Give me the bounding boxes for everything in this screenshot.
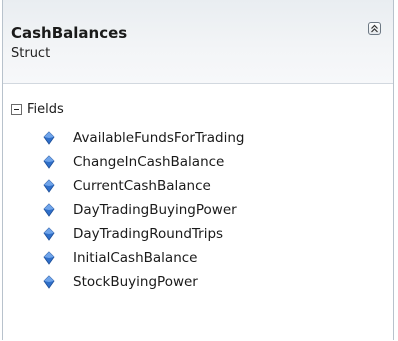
- field-label: DayTradingBuyingPower: [73, 202, 237, 218]
- class-kind: Struct: [11, 46, 51, 61]
- field-list: AvailableFundsForTrading ChangeInCashBal…: [3, 126, 393, 294]
- field-item[interactable]: AvailableFundsForTrading: [3, 126, 393, 150]
- field-diamond-icon: [41, 154, 57, 170]
- class-title: CashBalances: [11, 24, 128, 42]
- class-shape-cashbalances[interactable]: CashBalances Struct Fields AvailableFund…: [2, 0, 394, 340]
- class-header[interactable]: CashBalances Struct: [3, 0, 393, 84]
- field-diamond-icon: [41, 274, 57, 290]
- minus-box-icon[interactable]: [11, 103, 22, 115]
- fields-section-title: Fields: [27, 101, 64, 117]
- field-diamond-icon: [41, 178, 57, 194]
- field-label: ChangeInCashBalance: [73, 154, 225, 170]
- field-item[interactable]: ChangeInCashBalance: [3, 150, 393, 174]
- field-label: CurrentCashBalance: [73, 178, 211, 194]
- field-item[interactable]: DayTradingRoundTrips: [3, 222, 393, 246]
- field-label: StockBuyingPower: [73, 274, 198, 290]
- field-diamond-icon: [41, 226, 57, 242]
- field-label: InitialCashBalance: [73, 250, 198, 266]
- field-item[interactable]: InitialCashBalance: [3, 246, 393, 270]
- field-label: DayTradingRoundTrips: [73, 226, 224, 242]
- field-diamond-icon: [41, 202, 57, 218]
- double-chevron-up-icon[interactable]: [368, 22, 381, 35]
- fields-section-header[interactable]: Fields: [3, 98, 393, 120]
- fields-section: Fields AvailableFundsForTrading ChangeIn…: [3, 98, 393, 294]
- field-item[interactable]: DayTradingBuyingPower: [3, 198, 393, 222]
- field-diamond-icon: [41, 250, 57, 266]
- field-item[interactable]: CurrentCashBalance: [3, 174, 393, 198]
- field-label: AvailableFundsForTrading: [73, 130, 245, 146]
- field-item[interactable]: StockBuyingPower: [3, 270, 393, 294]
- field-diamond-icon: [41, 130, 57, 146]
